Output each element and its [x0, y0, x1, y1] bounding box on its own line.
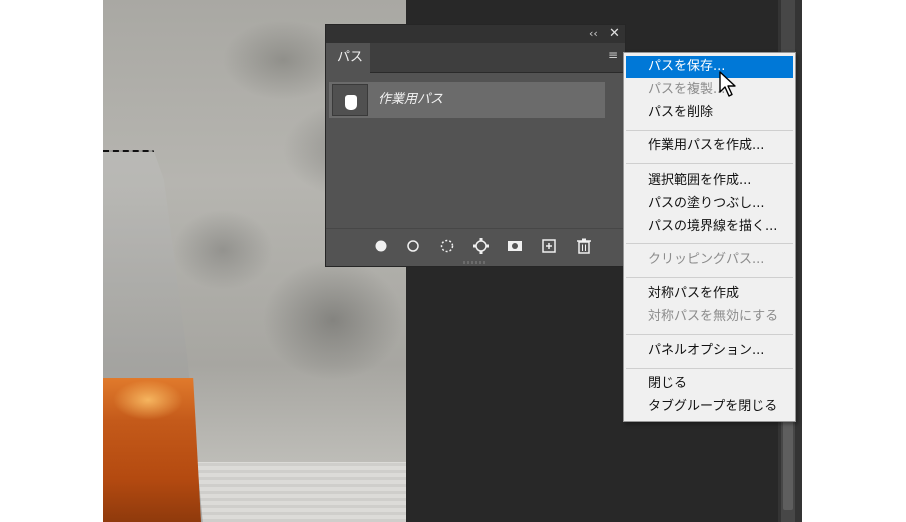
new-path-icon[interactable]: [539, 236, 559, 256]
menu-item-save-path[interactable]: パスを保存...: [626, 56, 793, 78]
menu-item-stroke-path[interactable]: パスの境界線を描く...: [626, 216, 793, 238]
menu-separator: [626, 130, 793, 131]
paths-panel: ‹‹ ✕ パス ≡ 作業用パス: [325, 24, 626, 267]
panel-tab-bar: パス ≡: [326, 43, 625, 74]
menu-item-make-symmetry-path[interactable]: 対称パスを作成: [626, 283, 793, 305]
menu-item-clipping-path[interactable]: クリッピングパス...: [626, 249, 793, 271]
menu-item-delete-path[interactable]: パスを削除: [626, 102, 793, 124]
menu-item-fill-path[interactable]: パスの塗りつぶし...: [626, 193, 793, 215]
close-icon[interactable]: ✕: [609, 25, 620, 42]
load-as-selection-icon[interactable]: [437, 236, 457, 256]
panel-resize-grip[interactable]: [463, 261, 487, 264]
tab-paths[interactable]: パス: [326, 43, 370, 74]
menu-separator: [626, 368, 793, 369]
menu-item-close[interactable]: 閉じる: [626, 373, 793, 395]
menu-separator: [626, 243, 793, 244]
menu-separator: [626, 334, 793, 335]
path-list-item[interactable]: 作業用パス: [329, 82, 605, 118]
menu-item-close-tab-group[interactable]: タブグループを閉じる: [626, 396, 793, 418]
add-mask-icon[interactable]: [505, 236, 525, 256]
menu-item-duplicate-path[interactable]: パスを複製...: [626, 79, 793, 101]
collapse-icon[interactable]: ‹‹: [589, 26, 598, 42]
liquid-highlight: [113, 380, 183, 420]
menu-item-make-work-path[interactable]: 作業用パスを作成...: [626, 135, 793, 157]
menu-item-panel-options[interactable]: パネルオプション...: [626, 340, 793, 362]
fill-path-icon[interactable]: [371, 236, 391, 256]
path-thumbnail: [332, 84, 368, 116]
make-work-path-icon[interactable]: [471, 236, 491, 256]
menu-item-make-selection[interactable]: 選択範囲を作成...: [626, 170, 793, 192]
path-item-name: 作業用パス: [378, 92, 444, 107]
panel-bottom-toolbar: [326, 228, 625, 262]
delete-path-icon[interactable]: [574, 236, 594, 256]
menu-item-disable-symmetry[interactable]: 対称パスを無効にする: [626, 306, 793, 328]
menu-separator: [626, 277, 793, 278]
path-thumbnail-shape: [345, 95, 357, 110]
panel-menu-icon[interactable]: ≡: [608, 48, 618, 62]
panel-title-bar[interactable]: ‹‹ ✕: [326, 25, 625, 43]
stroke-path-icon[interactable]: [403, 236, 423, 256]
menu-separator: [626, 163, 793, 164]
panel-context-menu: パスを保存... パスを複製... パスを削除 作業用パスを作成... 選択範囲…: [623, 52, 796, 422]
